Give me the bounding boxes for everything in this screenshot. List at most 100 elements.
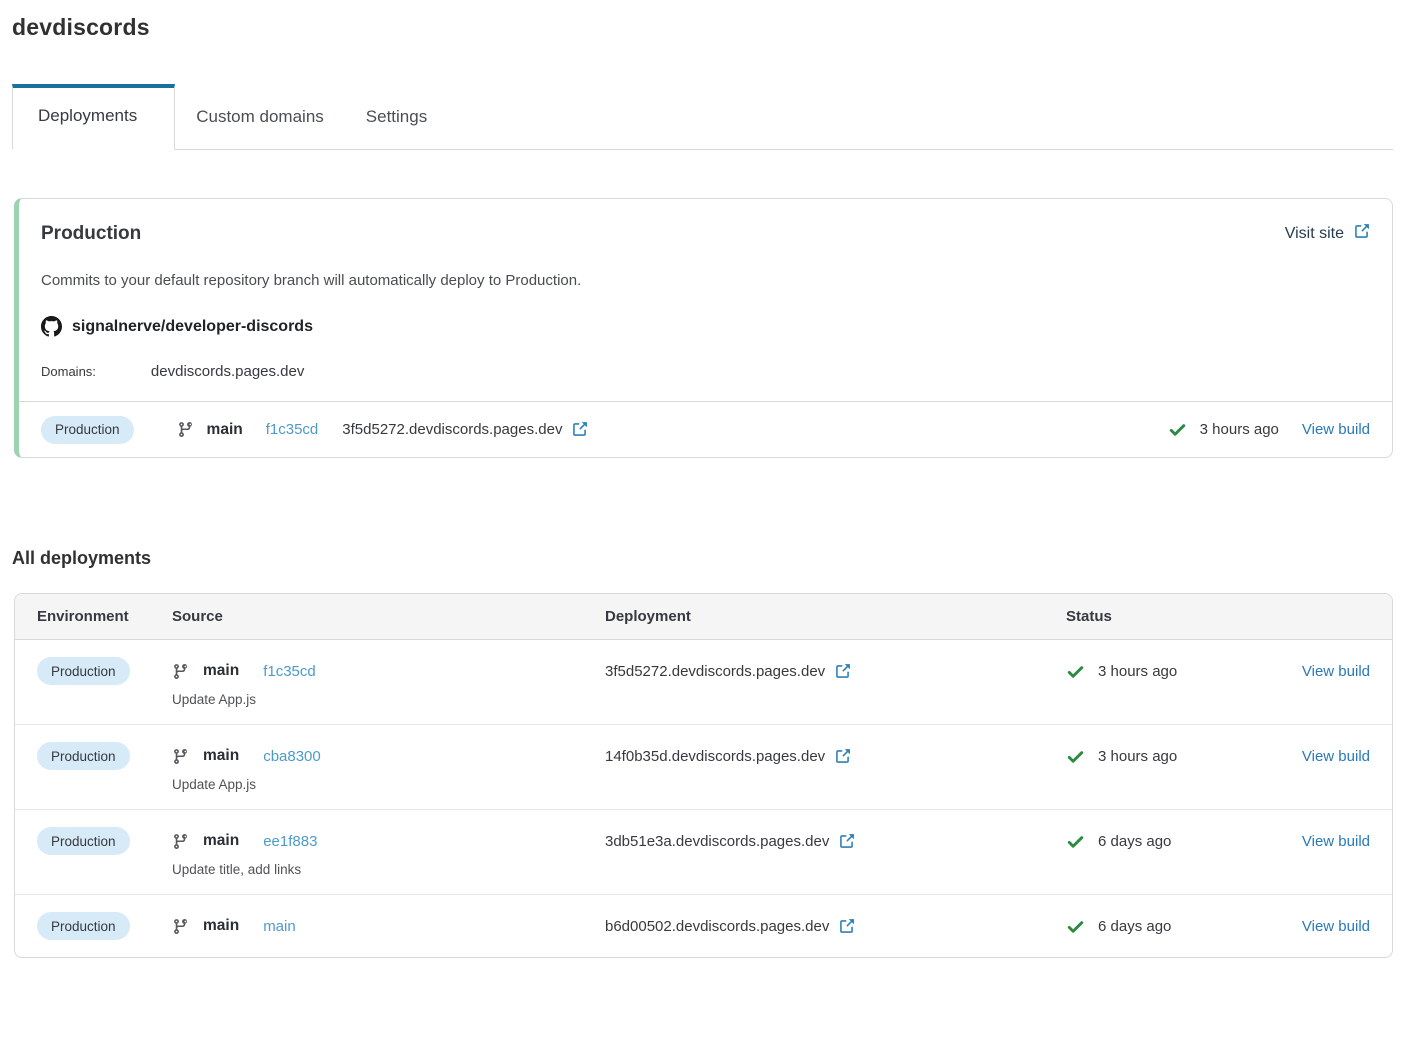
table-row: Production main main b6d00502.devdiscord… (15, 894, 1392, 957)
deployment-external-link-icon[interactable] (571, 421, 588, 438)
environment-cell: Production (37, 827, 172, 855)
environment-badge: Production (37, 657, 130, 685)
environment-badge: Production (37, 827, 130, 855)
success-check-icon (1066, 662, 1085, 681)
view-build-link[interactable]: View build (1302, 421, 1370, 438)
tab-settings[interactable]: Settings (345, 81, 448, 150)
success-check-icon (1066, 747, 1085, 766)
source-cell: main main (172, 912, 605, 940)
commit-link[interactable]: main (263, 918, 296, 935)
view-build-link[interactable]: View build (1302, 663, 1370, 680)
table-row: Production main ee1f883 Update title, ad… (15, 809, 1392, 894)
action-cell: View build (1282, 827, 1370, 855)
branch-name: main (207, 421, 243, 439)
git-branch-icon (172, 663, 189, 680)
production-card: Production Visit site Commits to your de… (14, 198, 1393, 458)
domains-value: devdiscords.pages.dev (151, 363, 304, 380)
tab-bar: Deployments Custom domains Settings (12, 80, 1393, 150)
commit-message: Update title, add links (172, 862, 605, 877)
table-row: Production main f1c35cd Update App.js 3f… (15, 640, 1392, 724)
deployment-cell: 3db51e3a.devdiscords.pages.dev (605, 827, 1066, 855)
deployment-cell: 14f0b35d.devdiscords.pages.dev (605, 742, 1066, 770)
view-build-link[interactable]: View build (1302, 918, 1370, 935)
success-check-icon (1066, 832, 1085, 851)
commit-link[interactable]: f1c35cd (263, 663, 316, 680)
github-icon (41, 316, 62, 337)
action-cell: View build (1282, 657, 1370, 685)
deployment-external-link-icon[interactable] (834, 748, 851, 765)
git-branch-icon (172, 918, 189, 935)
pages-project-page: devdiscords Deployments Custom domains S… (0, 0, 1413, 958)
deployment-cell: b6d00502.devdiscords.pages.dev (605, 912, 1066, 940)
column-header-source: Source (172, 608, 605, 625)
deployment-external-link-icon[interactable] (834, 663, 851, 680)
branch-name: main (203, 662, 239, 680)
table-header-row: Environment Source Deployment Status (15, 594, 1392, 640)
deployment-url: 3db51e3a.devdiscords.pages.dev (605, 833, 829, 850)
deployment-time: 3 hours ago (1098, 663, 1177, 680)
environment-cell: Production (37, 742, 172, 770)
status-group: 3 hours ago View build (1168, 420, 1370, 439)
source-cell: main f1c35cd Update App.js (172, 657, 605, 707)
deployment-external-link-icon[interactable] (838, 833, 855, 850)
action-cell: View build (1282, 912, 1370, 940)
deployment-cell: 3f5d5272.devdiscords.pages.dev (605, 657, 1066, 685)
deployment-external-link-icon[interactable] (838, 918, 855, 935)
status-cell: 3 hours ago (1066, 657, 1282, 685)
deployment-time: 6 days ago (1098, 833, 1171, 850)
environment-cell: Production (37, 657, 172, 685)
production-description: Commits to your default repository branc… (19, 272, 1392, 289)
column-header-deployment: Deployment (605, 608, 1066, 625)
external-link-icon (1353, 223, 1370, 245)
tab-bar-filler (448, 101, 1393, 150)
commit-link[interactable]: ee1f883 (263, 833, 317, 850)
tab-deployments[interactable]: Deployments (12, 84, 175, 150)
column-header-environment: Environment (37, 608, 172, 625)
table-row: Production main cba8300 Update App.js 14… (15, 724, 1392, 809)
tab-custom-domains[interactable]: Custom domains (175, 81, 345, 150)
branch-name: main (203, 917, 239, 935)
deployments-table: Environment Source Deployment Status Pro… (14, 593, 1393, 958)
branch-name: main (203, 747, 239, 765)
column-header-status: Status (1066, 608, 1282, 625)
source-cell: main ee1f883 Update title, add links (172, 827, 605, 877)
repo-row: signalnerve/developer-discords (19, 316, 1392, 337)
visit-site-link[interactable]: Visit site (1285, 223, 1370, 245)
branch-name: main (203, 832, 239, 850)
visit-site-label: Visit site (1285, 225, 1344, 243)
view-build-link[interactable]: View build (1302, 748, 1370, 765)
status-cell: 3 hours ago (1066, 742, 1282, 770)
environment-badge: Production (37, 912, 130, 940)
view-build-link[interactable]: View build (1302, 833, 1370, 850)
commit-link[interactable]: f1c35cd (266, 421, 319, 438)
environment-badge: Production (41, 416, 134, 444)
git-branch-icon (177, 421, 194, 438)
production-card-title: Production (41, 223, 141, 245)
domains-label: Domains: (41, 364, 96, 379)
commit-message: Update App.js (172, 777, 605, 792)
git-branch-icon (172, 833, 189, 850)
success-check-icon (1168, 420, 1187, 439)
deployment-url: 14f0b35d.devdiscords.pages.dev (605, 748, 825, 765)
status-cell: 6 days ago (1066, 912, 1282, 940)
all-deployments-title: All deployments (12, 548, 1393, 569)
status-cell: 6 days ago (1066, 827, 1282, 855)
deployment-time: 3 hours ago (1200, 421, 1279, 438)
repo-name: signalnerve/developer-discords (72, 318, 313, 336)
commit-link[interactable]: cba8300 (263, 748, 321, 765)
action-cell: View build (1282, 742, 1370, 770)
deployment-url: 3f5d5272.devdiscords.pages.dev (342, 421, 562, 438)
environment-badge: Production (37, 742, 130, 770)
git-branch-icon (172, 748, 189, 765)
environment-cell: Production (37, 912, 172, 940)
deployment-url: 3f5d5272.devdiscords.pages.dev (605, 663, 825, 680)
deployment-url: b6d00502.devdiscords.pages.dev (605, 918, 829, 935)
success-check-icon (1066, 917, 1085, 936)
source-cell: main cba8300 Update App.js (172, 742, 605, 792)
deployment-time: 6 days ago (1098, 918, 1171, 935)
production-deployment-row: Production main f1c35cd 3f5d5272.devdisc… (19, 401, 1392, 457)
deployment-time: 3 hours ago (1098, 748, 1177, 765)
domains-row: Domains: devdiscords.pages.dev (19, 363, 1392, 380)
page-title: devdiscords (12, 14, 1393, 41)
commit-message: Update App.js (172, 692, 605, 707)
